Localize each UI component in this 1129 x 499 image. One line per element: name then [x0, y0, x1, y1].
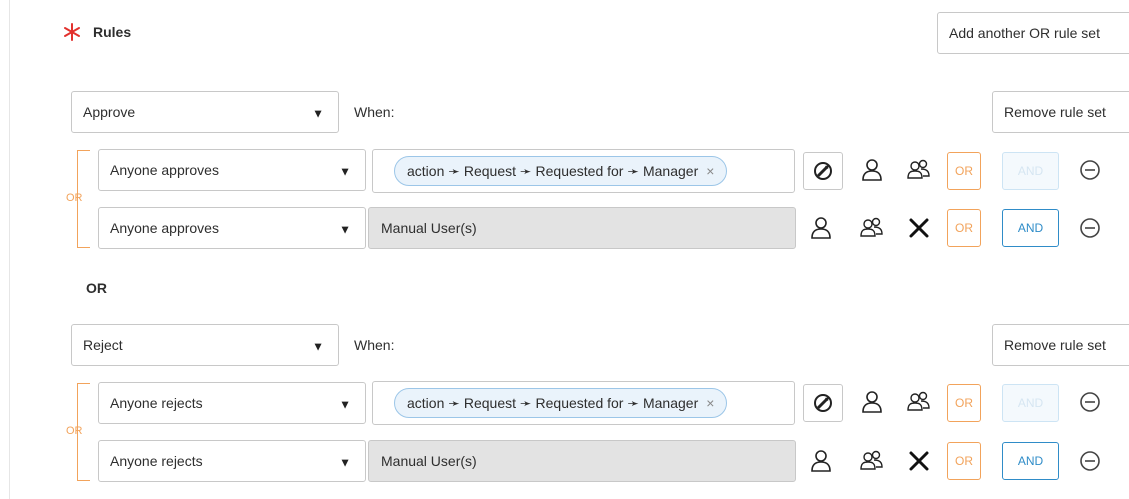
group-icon: [907, 159, 930, 179]
remove-condition-button[interactable]: [1073, 211, 1107, 245]
group-button[interactable]: [855, 211, 889, 245]
dropdown-arrow-icon: ▼: [339, 455, 351, 470]
dropdown-arrow-icon: ▼: [339, 164, 351, 179]
condition-select-value: Anyone approves: [110, 220, 219, 236]
minus-circle-icon: [1080, 218, 1100, 238]
remove-rule-set-button[interactable]: Remove rule set: [992, 91, 1129, 133]
dropdown-arrow-icon: ▼: [339, 222, 351, 237]
left-divider: [9, 0, 10, 499]
approver-field[interactable]: action ➛ Request ➛ Requested for ➛ Manag…: [372, 149, 795, 193]
group-button[interactable]: [902, 385, 936, 419]
action-select[interactable]: Approve ▼: [71, 91, 339, 133]
or-separator: OR: [86, 280, 107, 296]
dot-walk-icon: [814, 394, 832, 412]
group-button[interactable]: [855, 444, 889, 478]
approver-token[interactable]: action ➛ Request ➛ Requested for ➛ Manag…: [394, 388, 728, 418]
manual-users-field[interactable]: Manual User(s): [368, 207, 796, 249]
user-icon: [811, 450, 831, 472]
asterisk-icon: [64, 23, 80, 41]
user-button[interactable]: [855, 385, 889, 419]
clear-button[interactable]: [902, 444, 936, 478]
dropdown-arrow-icon: ▼: [312, 106, 324, 121]
dot-walk-button[interactable]: [803, 384, 843, 422]
remove-token-icon[interactable]: ×: [706, 163, 714, 179]
remove-condition-button[interactable]: [1073, 444, 1107, 478]
rules-heading: Rules: [93, 24, 132, 40]
minus-circle-icon: [1080, 392, 1100, 412]
group-icon: [860, 450, 883, 470]
group-button[interactable]: [902, 153, 936, 187]
user-icon: [862, 159, 882, 181]
and-button[interactable]: AND: [1002, 152, 1059, 190]
or-button[interactable]: OR: [947, 442, 981, 480]
dot-walk-icon: [814, 162, 832, 180]
condition-select[interactable]: Anyone approves ▼: [98, 207, 366, 249]
action-select-value: Reject: [83, 337, 123, 353]
and-button[interactable]: AND: [1002, 384, 1059, 422]
user-button[interactable]: [855, 153, 889, 187]
when-label: When:: [354, 104, 395, 120]
user-button[interactable]: [804, 444, 838, 478]
or-button[interactable]: OR: [947, 209, 981, 247]
condition-select[interactable]: Anyone rejects ▼: [98, 440, 366, 482]
user-icon: [862, 391, 882, 413]
condition-select[interactable]: Anyone rejects ▼: [98, 382, 366, 424]
approver-token-text: action ➛ Request ➛ Requested for ➛ Manag…: [407, 162, 699, 179]
remove-condition-button[interactable]: [1073, 385, 1107, 419]
minus-circle-icon: [1080, 451, 1100, 471]
manual-users-field[interactable]: Manual User(s): [368, 440, 796, 482]
user-icon: [811, 217, 831, 239]
action-select-value: Approve: [83, 104, 136, 120]
user-button[interactable]: [804, 211, 838, 245]
condition-select-value: Anyone rejects: [110, 453, 203, 469]
remove-condition-button[interactable]: [1073, 153, 1107, 187]
action-select[interactable]: Reject ▼: [71, 324, 339, 366]
dot-walk-button[interactable]: [803, 152, 843, 190]
or-button[interactable]: OR: [947, 152, 981, 190]
approver-field[interactable]: action ➛ Request ➛ Requested for ➛ Manag…: [372, 381, 795, 425]
close-icon: [909, 218, 929, 238]
when-label: When:: [354, 337, 395, 353]
add-rule-set-button[interactable]: Add another OR rule set: [937, 12, 1129, 54]
approver-token[interactable]: action ➛ Request ➛ Requested for ➛ Manag…: [394, 156, 728, 186]
dropdown-arrow-icon: ▼: [312, 339, 324, 354]
condition-select-value: Anyone approves: [110, 162, 219, 178]
dropdown-arrow-icon: ▼: [339, 397, 351, 412]
condition-select-value: Anyone rejects: [110, 395, 203, 411]
and-button[interactable]: AND: [1002, 442, 1059, 480]
clear-button[interactable]: [902, 211, 936, 245]
remove-rule-set-button[interactable]: Remove rule set: [992, 324, 1129, 366]
condition-select[interactable]: Anyone approves ▼: [98, 149, 366, 191]
group-icon: [860, 217, 883, 237]
approver-token-text: action ➛ Request ➛ Requested for ➛ Manag…: [407, 394, 699, 411]
minus-circle-icon: [1080, 160, 1100, 180]
or-connector-label: OR: [66, 192, 83, 204]
group-icon: [907, 391, 930, 411]
and-button[interactable]: AND: [1002, 209, 1059, 247]
close-icon: [909, 451, 929, 471]
remove-token-icon[interactable]: ×: [706, 395, 714, 411]
or-connector-label: OR: [66, 425, 83, 437]
or-button[interactable]: OR: [947, 384, 981, 422]
